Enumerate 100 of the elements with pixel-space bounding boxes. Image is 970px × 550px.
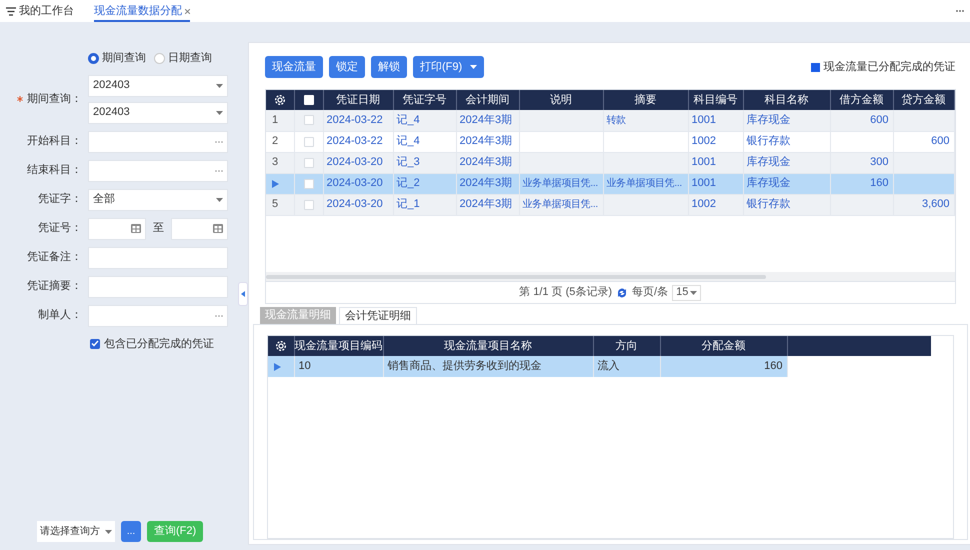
more-button[interactable]: ... — [121, 521, 141, 542]
table-cell: 1002 — [692, 198, 716, 210]
input-field[interactable] — [171, 218, 228, 240]
refresh-icon[interactable] — [616, 286, 628, 298]
close-icon[interactable] — [185, 8, 190, 14]
table-cell: 3,600 — [922, 198, 950, 210]
checkbox[interactable] — [304, 95, 314, 105]
settings-icon[interactable] — [274, 94, 286, 106]
table-cell: 记_1 — [396, 198, 420, 210]
scheme-select[interactable]: 请选择查询方 — [37, 521, 115, 542]
checkbox-option[interactable]: 包含已分配完成的凭证 — [0, 336, 240, 352]
table-cell: 1001 — [692, 114, 716, 126]
table-cell: 600 — [870, 114, 888, 126]
toolbar-button[interactable]: 锁定 — [329, 56, 365, 78]
table-cell: 2024-03-20 — [326, 156, 383, 168]
calendar-icon[interactable] — [213, 224, 223, 233]
caret-icon[interactable] — [470, 65, 478, 69]
table-row[interactable]: 2024-03-20 记_2 2024年3期 业务单据项目凭... 业务单据项目凭... 1001 库存现金 160 — [266, 173, 954, 194]
page-size-select[interactable]: 15 — [672, 284, 702, 300]
row-pointer-icon — [272, 180, 279, 188]
radio-option[interactable]: 日期查询 — [154, 50, 212, 66]
radio-option[interactable]: 期间查询 — [88, 50, 146, 66]
settings-icon[interactable] — [274, 340, 287, 352]
checkbox[interactable] — [304, 158, 314, 168]
table-cell: 记_2 — [396, 177, 420, 190]
caret-icon[interactable] — [216, 198, 223, 202]
table-cell: 2024年3期 — [460, 177, 512, 190]
collapse-icon[interactable] — [241, 291, 245, 297]
field-label: 结束科目： — [27, 163, 82, 178]
table-cell: 1002 — [692, 135, 716, 148]
field-label: 凭证字： — [38, 192, 82, 208]
row-number: 1 — [272, 114, 278, 126]
toolbar-button[interactable]: 现金流量 — [265, 56, 323, 78]
select-field[interactable]: 全部 — [88, 188, 228, 210]
table-cell: 记_4 — [396, 114, 420, 126]
page-info: 第 1/1 页 (5条记录) — [519, 285, 612, 300]
legend-label: 现金流量已分配完成的凭证 — [824, 60, 956, 75]
table-cell: 1001 — [692, 156, 716, 168]
table-row[interactable]: 5 2024-03-20 记_1 2024年3期 业务单据项目凭... 1002 银行存款 3,600 — [266, 194, 954, 215]
lookup-field[interactable] — [88, 130, 228, 152]
table-cell: 业务单据项目凭... — [522, 178, 598, 189]
table-cell: 库存现金 — [746, 114, 790, 126]
field-label: 制单人： — [38, 308, 82, 324]
table-cell: 销售商品、提供劳务收到的现金 — [388, 360, 542, 372]
table-cell: 300 — [870, 156, 888, 168]
row-number: 5 — [272, 198, 278, 210]
table-row[interactable]: 3 2024-03-20 记_3 2024年3期 1001 库存现金 300 — [266, 152, 954, 173]
checkbox[interactable] — [304, 200, 314, 210]
collapse-handle[interactable] — [238, 282, 248, 306]
input-field[interactable] — [88, 276, 228, 298]
field-label: 凭证备注： — [27, 250, 82, 266]
table-cell: 2024-03-20 — [326, 177, 383, 190]
table-cell: 业务单据项目凭... — [606, 178, 682, 189]
table-cell: 2024-03-22 — [326, 135, 383, 148]
table-cell: 业务单据项目凭... — [522, 199, 598, 210]
table-cell: 600 — [931, 135, 950, 148]
field-label: 凭证号： — [38, 221, 82, 236]
lookup-field[interactable] — [88, 304, 228, 326]
table-cell: 160 — [764, 360, 782, 372]
range-separator: 至 — [153, 221, 164, 236]
table-cell: 银行存款 — [746, 198, 790, 210]
tab[interactable]: 我的工作台 — [6, 2, 74, 22]
field-label: 期间查询： — [27, 92, 82, 107]
tab[interactable]: 现金流量数据分配 — [94, 2, 190, 22]
table-cell: 2024年3期 — [460, 135, 512, 148]
caret-icon[interactable] — [216, 84, 223, 88]
select-field[interactable]: 202403 — [88, 102, 228, 124]
calendar-icon[interactable] — [131, 224, 141, 233]
table-row[interactable]: 2 2024-03-22 记_4 2024年3期 1002 银行存款 600 — [266, 131, 954, 152]
table-cell: 记_3 — [396, 156, 420, 168]
table-cell: 库存现金 — [746, 156, 790, 168]
per-page-label: 每页/条 — [632, 285, 668, 300]
table-cell: 2024年3期 — [460, 114, 512, 126]
toolbar-button[interactable]: 解锁 — [371, 56, 407, 78]
table-cell: 2024年3期 — [460, 156, 512, 168]
field-label: 凭证摘要： — [27, 278, 82, 294]
row-number: 3 — [272, 156, 278, 168]
table-cell: 2024-03-22 — [326, 114, 383, 126]
table-cell: 转款 — [606, 114, 626, 126]
table-cell: 2024年3期 — [460, 198, 512, 210]
tab[interactable]: 会计凭证明细 — [339, 307, 417, 324]
scrollbar[interactable] — [266, 272, 954, 281]
print-button[interactable]: 打印(F9) — [413, 56, 484, 78]
caret-icon[interactable] — [105, 530, 112, 534]
input-field[interactable] — [88, 218, 146, 240]
checkbox[interactable] — [304, 178, 314, 188]
menu-icon[interactable] — [6, 6, 16, 16]
table-cell: 2024-03-20 — [326, 198, 383, 210]
select-field[interactable]: 202403 — [88, 74, 228, 96]
table-cell: 10 — [298, 360, 311, 372]
table-cell: 记_4 — [396, 135, 420, 148]
input-field[interactable] — [88, 246, 228, 268]
checkbox[interactable] — [304, 115, 314, 126]
checkbox[interactable] — [304, 136, 314, 146]
check-icon — [91, 340, 99, 348]
caret-icon[interactable] — [690, 290, 698, 294]
lookup-field[interactable] — [88, 160, 228, 182]
caret-icon[interactable] — [216, 110, 223, 114]
table-cell: 流入 — [598, 360, 620, 372]
table-row[interactable]: 1 2024-03-22 记_4 2024年3期 转款 1001 库存现金 600 — [266, 110, 954, 131]
